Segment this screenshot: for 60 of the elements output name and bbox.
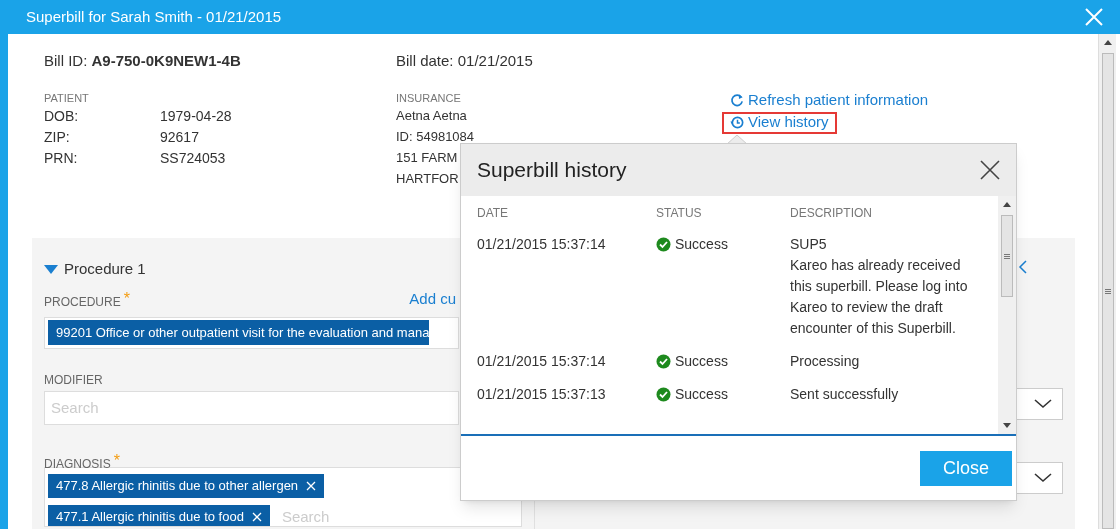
bill-id: Bill ID: A9-750-0K9NEW1-4B — [44, 51, 242, 71]
window-title: Superbill for Sarah Smith - 01/21/2015 — [26, 6, 282, 27]
field-label: PRN: — [44, 148, 79, 168]
scrollbar-thumb[interactable] — [1001, 215, 1013, 297]
table-cell-text: 01/21/2015 15:37:13 — [477, 385, 607, 404]
description-text: Processing — [790, 352, 861, 371]
add-link[interactable]: Add cu — [409, 288, 456, 311]
chevron-left-icon[interactable] — [1018, 260, 1027, 274]
field-label: DOB: — [44, 106, 80, 126]
insurance-line: ID: 54981084 — [396, 127, 475, 146]
section-heading: INSURANCE — [396, 90, 462, 106]
check-circle-icon — [656, 237, 671, 252]
chevron-down-icon — [1034, 399, 1052, 409]
insurance-line: 151 FARM — [396, 148, 458, 167]
chevron-down-icon — [1034, 473, 1052, 483]
procedure-title[interactable]: Procedure 1 — [64, 258, 146, 281]
check-circle-icon — [656, 354, 671, 369]
popover-title: Superbill history — [477, 157, 627, 184]
required-mark: * — [123, 288, 130, 309]
close-button[interactable]: Close — [920, 450, 1012, 486]
procedure-field[interactable]: 99201 Office or other outpatient visit for the evaluation and mana — [44, 316, 459, 349]
section-heading: PATIENT — [44, 90, 90, 106]
procedure-tag: 99201 Office or other outpatient visit for the evaluation and mana — [48, 320, 430, 345]
column-header: STATUS — [656, 205, 703, 222]
column-header: DESCRIPTION — [790, 205, 873, 222]
bill-date: Bill date: 01/21/2015 — [396, 51, 533, 71]
diagnosis-tag: 477.8 Allergic rhinitis due to other allergen — [48, 473, 325, 498]
description-text: Sent successfully — [790, 385, 900, 404]
remove-icon[interactable] — [306, 480, 317, 491]
field-label: ZIP: — [44, 127, 71, 147]
scroll-up-icon[interactable] — [1103, 40, 1112, 45]
insurance-line: Aetna Aetna — [396, 106, 467, 125]
close-icon[interactable] — [980, 160, 1000, 180]
diagnosis-tag: 477.1 Allergic rhinitis due to food — [48, 504, 270, 526]
history-icon — [730, 115, 745, 130]
scrollbar-thumb[interactable] — [1101, 53, 1114, 529]
field-value: 92617 — [160, 127, 199, 147]
insurance-line: HARTFOR — [396, 169, 459, 188]
link[interactable]: Refresh patient information — [722, 89, 937, 112]
scroll-down-icon[interactable] — [1003, 423, 1011, 428]
table-cell-text: 01/21/2015 15:37:14 — [477, 352, 607, 371]
scrollbar[interactable] — [1098, 34, 1116, 529]
field-value: 1979-04-28 — [160, 106, 232, 126]
status-text: Success — [675, 235, 728, 254]
description-text: Kareo has already received this superbill. Please log into Kareo to review the draft encounter of this Superbill. — [790, 256, 969, 338]
remove-icon[interactable] — [251, 511, 262, 522]
status-text: Success — [675, 385, 728, 404]
field-value: SS724053 — [160, 148, 226, 168]
scrollbar[interactable] — [998, 196, 1016, 434]
field-label: MODIFIER — [44, 371, 104, 389]
status-text: Success — [675, 352, 728, 371]
link[interactable]: View history — [722, 111, 837, 134]
column-header: DATE — [477, 205, 510, 222]
refresh-icon — [730, 93, 745, 108]
table-cell-text: 01/21/2015 15:37:14 — [477, 235, 607, 254]
field-label: PROCEDURE — [44, 293, 121, 311]
check-circle-icon — [656, 387, 671, 402]
description-text: SUP5 — [790, 235, 828, 254]
caret-icon[interactable] — [44, 264, 58, 274]
scroll-up-icon[interactable] — [1003, 202, 1011, 207]
